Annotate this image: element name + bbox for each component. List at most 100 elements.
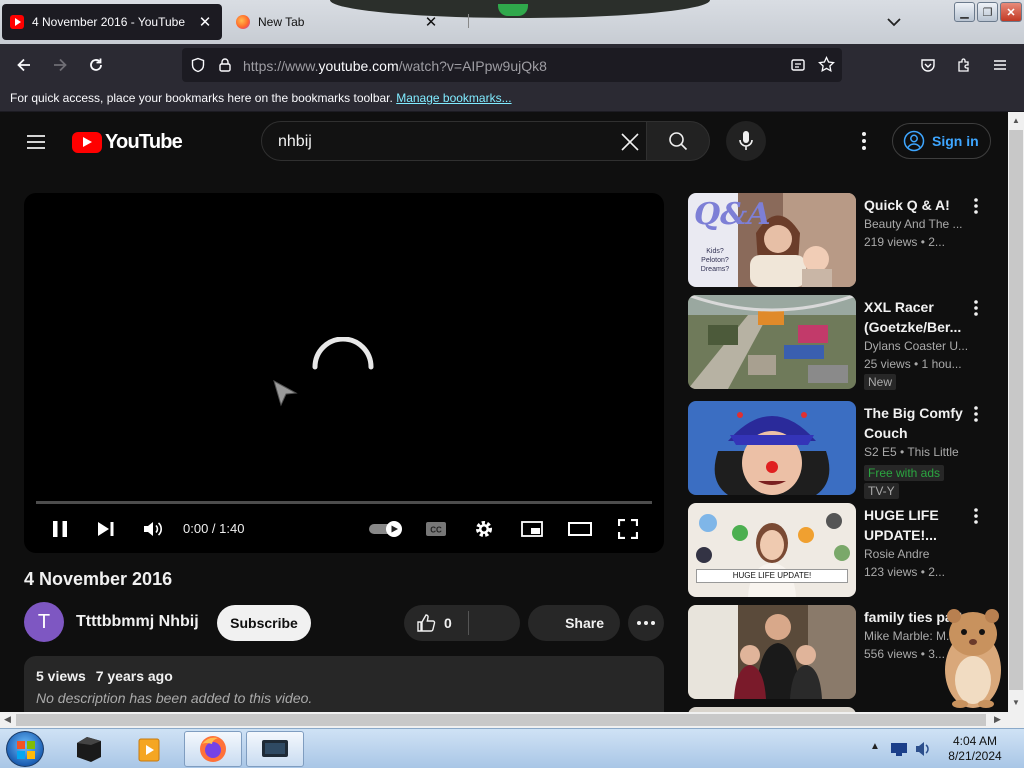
extensions-button[interactable] bbox=[951, 53, 977, 77]
reader-view-icon[interactable] bbox=[790, 57, 806, 73]
forward-button[interactable] bbox=[47, 53, 73, 77]
recommendation-item[interactable]: XXL Racer (Goetzke/Ber... Dylans Coaster… bbox=[688, 295, 1008, 390]
hamster-desktop-pet bbox=[945, 609, 1001, 708]
time-display: 0:00 / 1:40 bbox=[183, 521, 245, 536]
recommendation-meta: 219 views • 2... bbox=[864, 235, 945, 249]
url-bar[interactable]: https://www.youtube.com/watch?v=AIPpw9uj… bbox=[182, 48, 842, 82]
taskbar-app-firefox[interactable] bbox=[184, 731, 242, 767]
back-arrow-icon bbox=[17, 58, 30, 72]
video-thumbnail[interactable]: Q&A Kids? Peloton? Dreams? bbox=[688, 193, 856, 287]
theater-mode-button[interactable] bbox=[566, 515, 594, 543]
minimize-button[interactable]: ▁ bbox=[954, 2, 975, 22]
next-button[interactable] bbox=[92, 515, 120, 543]
recommendation-menu-button[interactable] bbox=[968, 297, 984, 319]
guide-menu-button[interactable] bbox=[20, 126, 52, 158]
pause-button[interactable] bbox=[46, 515, 74, 543]
close-window-button[interactable]: ✕ bbox=[1000, 2, 1022, 22]
settings-button[interactable] bbox=[470, 515, 498, 543]
url-path: /watch?v=AIPpw9ujQk8 bbox=[398, 58, 547, 74]
description-box[interactable]: 5 views 7 years ago No description has b… bbox=[24, 656, 664, 712]
vertical-dots-icon bbox=[862, 132, 866, 150]
scroll-right-arrow-icon[interactable]: ▶ bbox=[994, 714, 1001, 725]
close-tab-icon[interactable]: ✕ bbox=[196, 13, 214, 31]
recommendation-item[interactable]: The Big Comfy Couch S2 E5 • This Little … bbox=[688, 401, 1008, 499]
tab-youtube[interactable]: 4 November 2016 - YouTube ✕ bbox=[2, 4, 222, 40]
reload-button[interactable] bbox=[83, 53, 109, 77]
share-button[interactable]: Share bbox=[528, 605, 620, 641]
taskbar-clock[interactable]: 4:04 AM 8/21/2024 bbox=[940, 734, 1010, 764]
list-all-tabs-icon[interactable] bbox=[884, 12, 904, 32]
progress-bar[interactable] bbox=[36, 501, 652, 504]
theater-mode-icon bbox=[568, 522, 592, 536]
back-button[interactable] bbox=[11, 53, 37, 77]
video-thumbnail[interactable] bbox=[688, 295, 856, 389]
network-icon[interactable] bbox=[890, 741, 908, 757]
channel-avatar[interactable]: T bbox=[24, 602, 64, 642]
dislike-button[interactable] bbox=[469, 605, 520, 641]
bookmark-star-icon[interactable] bbox=[818, 56, 835, 73]
taskbar-app-terminal[interactable] bbox=[60, 731, 118, 767]
search-box bbox=[261, 121, 647, 161]
app-menu-button[interactable] bbox=[987, 53, 1013, 77]
autoplay-toggle[interactable] bbox=[366, 515, 406, 543]
recommendation-menu-button[interactable] bbox=[968, 403, 984, 425]
recommendation-title[interactable]: Quick Q & A! bbox=[864, 195, 984, 215]
taskbar-app-screen[interactable] bbox=[246, 731, 304, 767]
account-circle-icon bbox=[903, 130, 925, 152]
thumbnail-caption: HUGE LIFE UPDATE! bbox=[696, 569, 848, 583]
start-button[interactable] bbox=[6, 731, 44, 767]
url-text[interactable]: https://www.youtube.com/watch?v=AIPpw9uj… bbox=[243, 58, 547, 74]
forward-arrow-icon bbox=[54, 58, 67, 72]
horizontal-scrollbar[interactable]: ◀ ▶ bbox=[0, 712, 1024, 728]
vertical-scroll-thumb[interactable] bbox=[1009, 130, 1023, 690]
recommendation-meta: 25 views • 1 hou... bbox=[864, 357, 962, 371]
youtube-logo[interactable]: YouTube bbox=[72, 130, 183, 154]
more-actions-button[interactable] bbox=[628, 605, 664, 641]
scroll-left-arrow-icon[interactable]: ◀ bbox=[4, 714, 11, 725]
scroll-down-arrow-icon[interactable]: ▼ bbox=[1012, 698, 1020, 707]
close-tab-icon[interactable]: ✕ bbox=[422, 13, 440, 31]
settings-more-button[interactable] bbox=[852, 129, 876, 153]
tab-new-tab[interactable]: New Tab ✕ bbox=[228, 4, 448, 40]
recommendation-title[interactable]: HUGE LIFE UPDATE!... bbox=[864, 505, 984, 545]
channel-name[interactable]: Ttttbbmmj Nhbij bbox=[76, 613, 199, 631]
horizontal-scroll-thumb[interactable] bbox=[16, 714, 986, 726]
clear-search-icon[interactable] bbox=[620, 132, 640, 152]
captions-button[interactable]: CC bbox=[422, 515, 450, 543]
video-thumbnail[interactable] bbox=[688, 401, 856, 495]
recommendation-menu-button[interactable] bbox=[968, 195, 984, 217]
recommendation-menu-button[interactable] bbox=[968, 505, 984, 527]
vertical-dots-icon bbox=[974, 508, 978, 524]
tracking-shield-icon[interactable] bbox=[190, 57, 206, 73]
recommendation-title[interactable]: The Big Comfy Couch bbox=[864, 403, 984, 443]
monitor-app-icon bbox=[262, 740, 288, 757]
pocket-button[interactable] bbox=[915, 53, 941, 77]
volume-tray-icon[interactable] bbox=[914, 740, 932, 758]
black-box-app-icon bbox=[77, 737, 101, 762]
show-hidden-icons-icon[interactable]: ▲ bbox=[870, 741, 880, 752]
search-input[interactable] bbox=[278, 131, 598, 153]
video-thumbnail[interactable]: HUGE LIFE UPDATE! bbox=[688, 503, 856, 597]
voice-search-button[interactable] bbox=[726, 121, 766, 161]
recommendation-info: Quick Q & A! Beauty And The ... 219 view… bbox=[864, 195, 984, 251]
recommendation-title[interactable]: XXL Racer (Goetzke/Ber... bbox=[864, 297, 984, 337]
video-thumbnail[interactable] bbox=[688, 605, 856, 699]
scroll-up-arrow-icon[interactable]: ▲ bbox=[1012, 116, 1020, 125]
video-player[interactable]: 0:00 / 1:40 CC bbox=[24, 193, 664, 553]
share-label: Share bbox=[565, 615, 604, 631]
restore-button[interactable]: ❐ bbox=[977, 2, 998, 22]
taskbar-app-media-player[interactable] bbox=[120, 731, 178, 767]
subscribe-button[interactable]: Subscribe bbox=[217, 605, 311, 641]
search-button[interactable] bbox=[646, 121, 710, 161]
miniplayer-button[interactable] bbox=[518, 515, 546, 543]
thumbs-up-icon[interactable] bbox=[416, 613, 436, 633]
sign-in-button[interactable]: Sign in bbox=[892, 123, 991, 159]
recommendation-item[interactable]: Q&A Kids? Peloton? Dreams? Quick Q & A! … bbox=[688, 193, 1008, 287]
mute-button[interactable] bbox=[138, 515, 168, 543]
fullscreen-button[interactable] bbox=[614, 515, 642, 543]
manage-bookmarks-link[interactable]: Manage bookmarks... bbox=[396, 91, 511, 105]
vertical-scrollbar[interactable]: ▲ ▼ bbox=[1008, 112, 1024, 712]
lock-icon[interactable] bbox=[217, 57, 233, 73]
recommendation-item[interactable]: HUGE LIFE UPDATE! HUGE LIFE UPDATE!... R… bbox=[688, 503, 1008, 597]
hamburger-menu-icon bbox=[27, 135, 45, 149]
